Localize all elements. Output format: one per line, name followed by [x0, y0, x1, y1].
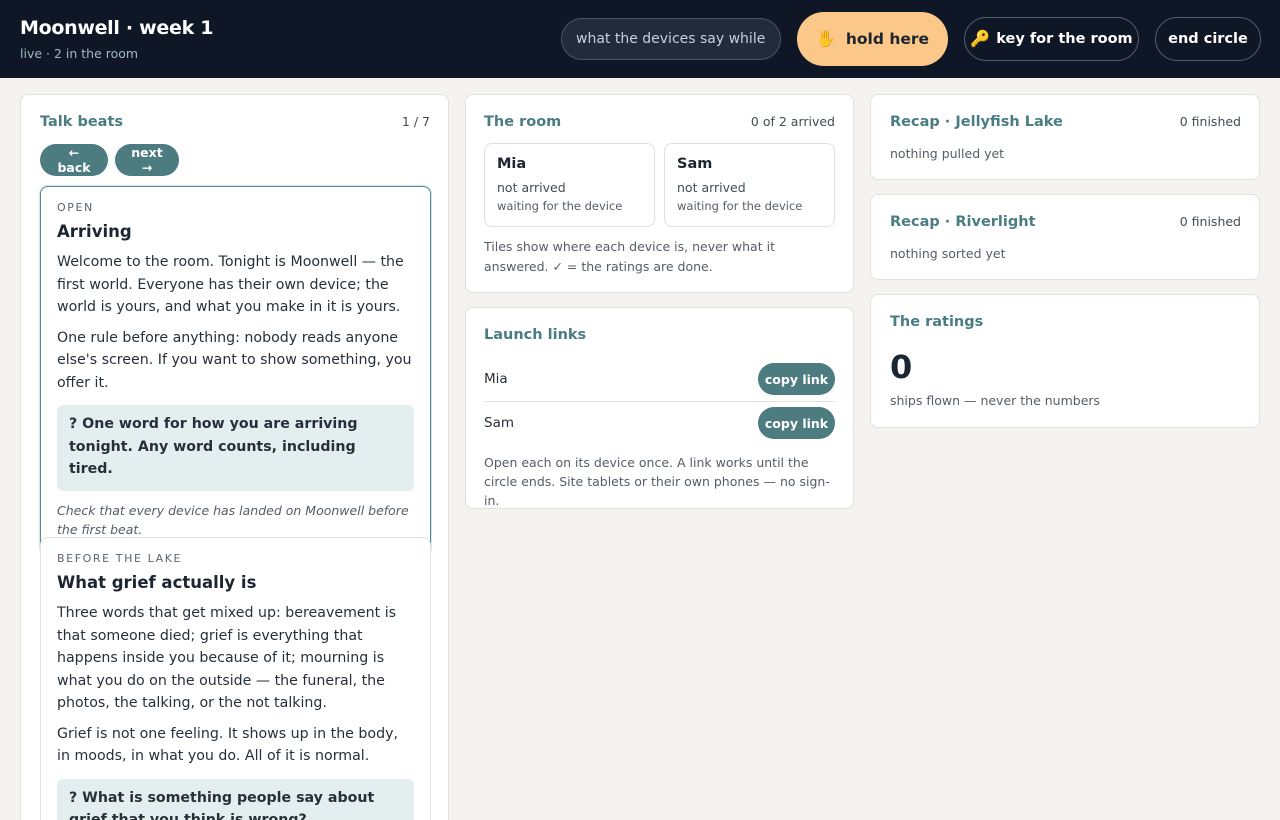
room-panel: The room 0 of 2 arrived Mia not arrived …: [465, 94, 854, 293]
recap-riverlight-panel: Recap · Riverlight 0 finished nothing so…: [870, 194, 1260, 280]
end-circle-label: end circle: [1168, 31, 1248, 47]
launch-links-title: Launch links: [484, 327, 587, 343]
talk-beats-panel: Talk beats 1 / 7 ← back next → OPEN Arri…: [20, 94, 449, 820]
back-button[interactable]: ← back: [40, 144, 108, 176]
key-icon: 🔑: [970, 29, 991, 48]
recap-riverlight-title: Recap · Riverlight: [890, 214, 1036, 230]
copy-link-button-mia[interactable]: copy link: [758, 363, 835, 395]
key-for-room-button[interactable]: 🔑 key for the room: [964, 17, 1139, 61]
beat-facilitator-note: Check that every device has landed on Mo…: [57, 502, 409, 537]
device-tile-status: not arrived: [677, 180, 746, 195]
beat-paragraph: Three words that get mixed up: bereaveme…: [57, 605, 397, 711]
launch-links-panel: Launch links Mia copy link Sam copy link…: [465, 307, 854, 509]
ships-flown-count: 0: [890, 348, 913, 386]
beat-question: ? What is something people say about gri…: [57, 778, 414, 820]
raised-hand-icon: ✋: [815, 29, 836, 48]
ratings-title: The ratings: [890, 314, 984, 330]
device-tile-status: not arrived: [497, 180, 566, 195]
launch-link-row-sam: Sam copy link: [484, 407, 835, 451]
beat-card-active[interactable]: OPEN Arriving Welcome to the room. Tonig…: [40, 186, 431, 556]
launch-link-name: Mia: [484, 371, 508, 387]
device-tile-name: Mia: [497, 156, 527, 172]
device-message-input[interactable]: [561, 18, 781, 60]
device-tile-detail: waiting for the device: [497, 199, 623, 213]
talk-beats-title: Talk beats: [40, 114, 124, 130]
divider: [484, 401, 835, 402]
recap-jellyfish-title: Recap · Jellyfish Lake: [890, 114, 1063, 130]
copy-link-button-sam[interactable]: copy link: [758, 407, 835, 439]
recap-jellyfish-body: nothing pulled yet: [890, 146, 1005, 161]
hold-here-button[interactable]: ✋ hold here: [797, 12, 948, 66]
beat-question: ? One word for how you are arriving toni…: [57, 405, 414, 491]
recap-jellyfish-panel: Recap · Jellyfish Lake 0 finished nothin…: [870, 94, 1260, 180]
beat-title: Arriving: [57, 222, 132, 241]
session-status: live · 2 in the room: [20, 46, 139, 61]
recap-jellyfish-count: 0 finished: [1179, 114, 1241, 129]
end-circle-button[interactable]: end circle: [1155, 17, 1261, 61]
next-button[interactable]: next →: [115, 144, 179, 176]
hold-here-label: hold here: [845, 30, 930, 48]
ratings-panel: The ratings 0 ships flown — never the nu…: [870, 294, 1260, 428]
room-note: Tiles show where each device is, never w…: [484, 239, 775, 274]
device-tile-name: Sam: [677, 156, 713, 172]
device-tile-sam[interactable]: Sam not arrived waiting for the device: [664, 143, 835, 227]
beat-counter: 1 / 7: [401, 114, 430, 129]
device-tile-detail: waiting for the device: [677, 199, 803, 213]
arrived-count: 0 of 2 arrived: [750, 114, 835, 129]
beat-paragraph: One rule before anything: nobody reads a…: [57, 329, 412, 391]
recap-riverlight-count: 0 finished: [1179, 214, 1241, 229]
beat-paragraph: Grief is not one feeling. It shows up in…: [57, 725, 399, 765]
beat-kicker: BEFORE THE LAKE: [57, 552, 183, 565]
recap-riverlight-body: nothing sorted yet: [890, 246, 1006, 261]
ratings-caption: ships flown — never the numbers: [890, 393, 1101, 408]
beat-title: What grief actually is: [57, 573, 257, 592]
launch-links-note: Open each on its device once. A link wor…: [484, 455, 830, 508]
session-title: Moonwell · week 1: [20, 17, 214, 39]
launch-link-name: Sam: [484, 415, 514, 431]
beat-kicker: OPEN: [57, 201, 94, 214]
room-title: The room: [484, 114, 562, 130]
device-tile-mia[interactable]: Mia not arrived waiting for the device: [484, 143, 655, 227]
key-for-room-label: key for the room: [996, 31, 1133, 47]
top-bar: Moonwell · week 1 live · 2 in the room ✋…: [0, 0, 1280, 78]
beat-card[interactable]: BEFORE THE LAKE What grief actually is T…: [40, 537, 431, 820]
beat-paragraph: Welcome to the room. Tonight is Moonwell…: [57, 254, 404, 315]
